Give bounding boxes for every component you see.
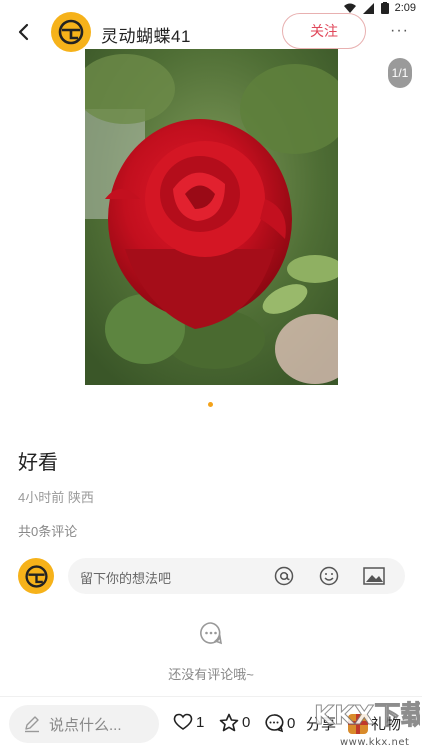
star-count: 0 xyxy=(242,714,251,731)
pencil-icon xyxy=(25,716,39,733)
avatar-logo-icon xyxy=(24,564,48,588)
say-something-input[interactable]: 说点什么... xyxy=(9,705,159,743)
like-button[interactable]: 1 xyxy=(173,713,204,731)
comment-count-bottom: 0 xyxy=(287,714,296,732)
favorite-button[interactable]: 0 xyxy=(219,713,250,732)
rose-photo-image xyxy=(85,49,338,385)
comment-count: 共0条评论 xyxy=(18,524,78,539)
comment-bubble-icon xyxy=(200,622,223,645)
say-placeholder: 说点什么... xyxy=(49,716,122,734)
post-meta: 4小时前 陕西 xyxy=(18,490,94,505)
photo-page-indicator: 1/1 xyxy=(388,58,412,88)
star-icon xyxy=(219,713,239,732)
watermark-logo: KKX下载 xyxy=(314,701,421,732)
image-icon[interactable] xyxy=(363,565,385,587)
author-name[interactable]: 灵动蝴蝶41 xyxy=(101,22,191,47)
watermark-url: www.kkx.net xyxy=(340,737,410,748)
like-count: 1 xyxy=(196,713,205,731)
my-avatar xyxy=(18,558,54,594)
carousel-dot-active xyxy=(208,402,213,407)
comment-input[interactable]: 留下你的想法吧 xyxy=(68,558,405,594)
comment-icon xyxy=(265,714,284,733)
comment-placeholder: 留下你的想法吧 xyxy=(80,571,172,586)
author-avatar[interactable] xyxy=(51,12,91,52)
heart-icon xyxy=(173,713,193,730)
back-arrow-icon[interactable] xyxy=(12,20,34,44)
empty-comments-text: 还没有评论哦~ xyxy=(168,667,254,682)
mention-icon[interactable] xyxy=(273,565,295,587)
post-header: 灵动蝴蝶41 关注 ··· xyxy=(0,12,422,52)
emoji-icon[interactable] xyxy=(318,565,340,587)
comment-button[interactable]: 0 xyxy=(264,713,295,733)
post-photo[interactable] xyxy=(85,49,338,385)
follow-button[interactable]: 关注 xyxy=(282,13,366,49)
avatar-logo-icon xyxy=(58,19,84,45)
more-options-icon[interactable]: ··· xyxy=(390,22,409,40)
post-title: 好看 xyxy=(18,452,58,474)
watermark-logo-text: KKX下载 xyxy=(314,701,420,731)
